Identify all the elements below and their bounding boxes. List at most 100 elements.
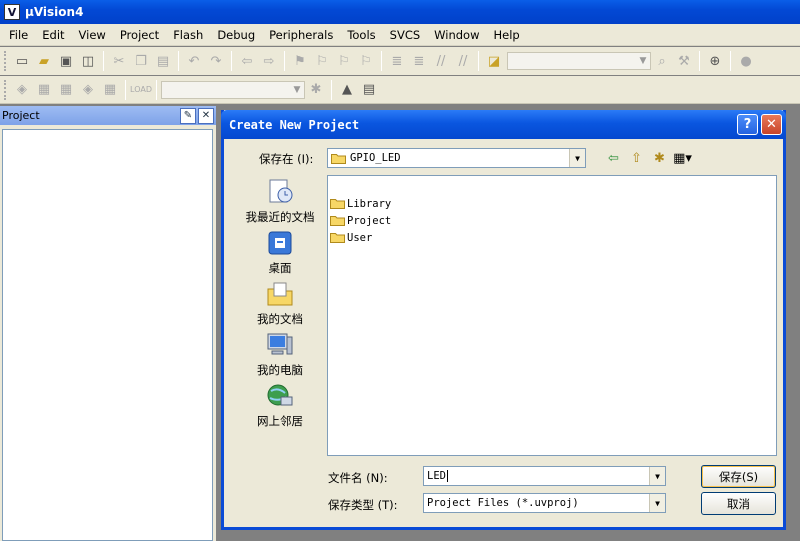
close-icon[interactable]: ✕ bbox=[198, 107, 214, 124]
folder-icon bbox=[331, 154, 346, 164]
toolbar-grip[interactable] bbox=[4, 79, 7, 100]
find-combo[interactable]: ▼ bbox=[507, 52, 651, 70]
look-in-label: 保存在 (I): bbox=[259, 152, 314, 166]
dialog-titlebar: Create New Project ? ✕ bbox=[221, 110, 786, 139]
toolbar-separator bbox=[103, 51, 104, 71]
menu-edit[interactable]: Edit bbox=[35, 28, 71, 42]
file-type-dropdown[interactable]: Project Files (*.uvproj) ▼ bbox=[423, 493, 666, 513]
open-folder-icon[interactable]: ▰ bbox=[33, 50, 55, 72]
project-pane-title: Project bbox=[2, 109, 40, 122]
save-all-icon[interactable]: ◫ bbox=[77, 50, 99, 72]
comment-icon[interactable]: // bbox=[430, 50, 452, 72]
app-icon[interactable]: V bbox=[4, 4, 20, 20]
toolbar-separator bbox=[478, 51, 479, 71]
incremental-find-icon[interactable]: ⚒ bbox=[673, 50, 695, 72]
redo-icon[interactable]: ↷ bbox=[205, 50, 227, 72]
menu-project[interactable]: Project bbox=[113, 28, 166, 42]
chevron-down-icon[interactable]: ▼ bbox=[649, 467, 665, 485]
toolbar-separator bbox=[156, 79, 157, 100]
toolbar-separator bbox=[231, 51, 232, 71]
unindent-icon[interactable]: ≣ bbox=[408, 50, 430, 72]
manage-components-icon[interactable]: ▲ bbox=[336, 79, 358, 101]
bookmark-clear-icon[interactable]: ⚐ bbox=[355, 50, 377, 72]
my-computer-icon bbox=[265, 330, 295, 360]
menu-help[interactable]: Help bbox=[487, 28, 527, 42]
stop-build-icon[interactable]: ▦ bbox=[99, 79, 121, 101]
bookmark-prev-icon[interactable]: ⚐ bbox=[311, 50, 333, 72]
my-documents-icon bbox=[265, 279, 295, 309]
app-title: µVision4 bbox=[25, 5, 84, 19]
file-list[interactable]: Library Project User bbox=[327, 175, 777, 456]
copy-icon[interactable]: ❐ bbox=[130, 50, 152, 72]
cancel-button[interactable]: 取消 bbox=[701, 492, 776, 515]
bookmark-icon[interactable]: ⚑ bbox=[289, 50, 311, 72]
list-item[interactable]: User bbox=[330, 229, 776, 246]
app-titlebar: V µVision4 bbox=[0, 0, 800, 24]
place-recent[interactable]: 我最近的文档 bbox=[234, 174, 326, 225]
pin-icon[interactable]: ✎ bbox=[180, 107, 196, 124]
place-my-computer[interactable]: 我的电脑 bbox=[234, 327, 326, 378]
menu-tools[interactable]: Tools bbox=[340, 28, 382, 42]
toolbar-build: ◈ ▦ ▦ ◈ ▦ LOAD ▼ ✱ ▲ ▤ bbox=[0, 76, 800, 104]
nav-back-icon[interactable]: ⇦ bbox=[236, 50, 258, 72]
translate-icon[interactable]: ◈ bbox=[11, 79, 33, 101]
toolbar-separator bbox=[730, 51, 731, 71]
build-icon[interactable]: ▦ bbox=[33, 79, 55, 101]
breakpoint-icon[interactable]: ● bbox=[735, 50, 757, 72]
menu-window[interactable]: Window bbox=[427, 28, 486, 42]
new-file-icon[interactable]: ▭ bbox=[11, 50, 33, 72]
close-icon[interactable]: ✕ bbox=[761, 114, 782, 135]
new-folder-icon[interactable]: ✱ bbox=[648, 148, 671, 168]
back-icon[interactable]: ⇦ bbox=[602, 148, 625, 168]
place-network[interactable]: 网上邻居 bbox=[234, 378, 326, 429]
create-project-dialog: Create New Project ? ✕ 保存在 (I): GPIO_LED… bbox=[221, 110, 786, 530]
toolbar-separator bbox=[178, 51, 179, 71]
toolbar-separator bbox=[699, 51, 700, 71]
debug-session-icon[interactable]: ⊕ bbox=[704, 50, 726, 72]
find-icon[interactable]: ⌕ bbox=[651, 50, 673, 72]
indent-icon[interactable]: ≣ bbox=[386, 50, 408, 72]
undo-icon[interactable]: ↶ bbox=[183, 50, 205, 72]
uncomment-icon[interactable]: // bbox=[452, 50, 474, 72]
batch-build-icon[interactable]: ◈ bbox=[77, 79, 99, 101]
toolbar-separator bbox=[284, 51, 285, 71]
bookmark-next-icon[interactable]: ⚐ bbox=[333, 50, 355, 72]
menu-view[interactable]: View bbox=[72, 28, 113, 42]
cut-icon[interactable]: ✂ bbox=[108, 50, 130, 72]
download-icon[interactable]: LOAD bbox=[130, 79, 152, 101]
folder-icon bbox=[330, 216, 345, 226]
manage-books-icon[interactable]: ▤ bbox=[358, 79, 380, 101]
save-icon[interactable]: ▣ bbox=[55, 50, 77, 72]
up-folder-icon[interactable]: ⇧ bbox=[625, 148, 648, 168]
menu-flash[interactable]: Flash bbox=[166, 28, 210, 42]
list-item[interactable]: Project bbox=[330, 212, 776, 229]
nav-buttons: ⇦ ⇧ ✱ ▦▾ bbox=[602, 148, 694, 168]
menu-debug[interactable]: Debug bbox=[210, 28, 262, 42]
chevron-down-icon[interactable]: ▼ bbox=[569, 149, 585, 167]
save-button[interactable]: 保存(S) bbox=[701, 465, 776, 488]
file-name-field[interactable]: LED ▼ bbox=[423, 466, 666, 486]
project-tree[interactable] bbox=[2, 129, 213, 541]
project-pane-header: Project ✎ ✕ bbox=[0, 106, 216, 125]
desktop-icon bbox=[265, 228, 295, 258]
find-in-files-icon[interactable]: ◪ bbox=[483, 50, 505, 72]
place-desktop[interactable]: 桌面 bbox=[234, 225, 326, 276]
toolbar-grip[interactable] bbox=[4, 51, 7, 71]
menu-file[interactable]: File bbox=[2, 28, 35, 42]
target-combo[interactable]: ▼ bbox=[161, 80, 305, 99]
nav-forward-icon[interactable]: ⇨ bbox=[258, 50, 280, 72]
look-in-dropdown[interactable]: GPIO_LED ▼ bbox=[327, 148, 586, 168]
list-item[interactable]: Library bbox=[330, 195, 776, 212]
paste-icon[interactable]: ▤ bbox=[152, 50, 174, 72]
menu-bar: File Edit View Project Flash Debug Perip… bbox=[0, 24, 800, 46]
recent-documents-icon bbox=[265, 177, 295, 207]
rebuild-icon[interactable]: ▦ bbox=[55, 79, 77, 101]
chevron-down-icon[interactable]: ▼ bbox=[649, 494, 665, 512]
menu-svcs[interactable]: SVCS bbox=[383, 28, 428, 42]
help-icon[interactable]: ? bbox=[737, 114, 758, 135]
view-menu-icon[interactable]: ▦▾ bbox=[671, 148, 694, 168]
place-my-documents[interactable]: 我的文档 bbox=[234, 276, 326, 327]
toolbar-separator bbox=[125, 79, 126, 100]
menu-peripherals[interactable]: Peripherals bbox=[262, 28, 340, 42]
target-options-icon[interactable]: ✱ bbox=[305, 79, 327, 101]
